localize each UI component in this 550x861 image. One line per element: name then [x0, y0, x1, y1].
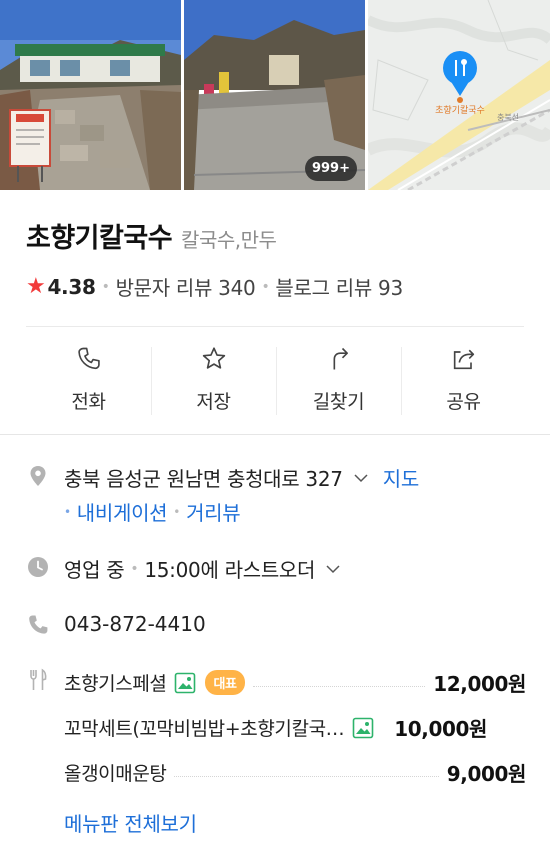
photo-strip[interactable]: 999+ 초향기칼국수 충북선	[0, 0, 550, 190]
view-full-menu-link[interactable]: 메뉴판 전체보기	[64, 808, 197, 837]
phone-filled-icon	[29, 615, 48, 634]
menu-item[interactable]: 초향기스페셜 대표 12,000원	[64, 668, 526, 697]
last-order-text: 15:00에 라스트오더	[144, 558, 316, 582]
menu-item-price: 10,000원	[394, 717, 488, 741]
menu-item[interactable]: 꼬막세트(꼬막비빔밥+초향기칼국… 10,000원	[64, 713, 526, 742]
business-status: 영업 중	[64, 558, 125, 582]
menu-item-price: 9,000원	[446, 762, 527, 786]
streetview-link[interactable]: 거리뷰	[186, 497, 241, 526]
separator-dot: •	[101, 278, 110, 295]
menu-item-name: 올갱이매운탕	[64, 763, 167, 785]
blog-reviews-link[interactable]: 블로그 리뷰 93	[275, 272, 403, 301]
share-button-label: 공유	[446, 391, 481, 413]
location-pin-icon	[30, 466, 46, 486]
map-thumbnail[interactable]: 초향기칼국수 충북선	[368, 0, 550, 190]
clock-icon	[28, 557, 48, 577]
section-divider	[0, 434, 550, 435]
save-button[interactable]: 저장	[151, 343, 276, 415]
star-filled-icon: ★	[26, 274, 46, 299]
place-name: 초향기칼국수	[26, 223, 173, 254]
map-place-label: 초향기칼국수	[435, 104, 485, 116]
image-icon	[175, 672, 196, 693]
address-text: 충북 음성군 원남면 충청대로 327	[64, 467, 343, 491]
dotted-leader	[174, 776, 439, 777]
business-hours-row[interactable]: 영업 중 • 15:00에 라스트오더	[64, 554, 341, 583]
image-icon	[352, 717, 374, 738]
directions-button[interactable]: 길찾기	[276, 343, 401, 415]
dotted-leader	[252, 686, 426, 687]
action-bar: 전화 저장 길찾기 공유	[26, 343, 526, 415]
call-button-label: 전화	[71, 391, 106, 413]
navigation-link[interactable]: 내비게이션	[77, 497, 168, 526]
chevron-down-icon[interactable]	[325, 561, 341, 577]
title-row: 초향기칼국수 칼국수,만두	[26, 216, 277, 255]
map-link[interactable]: 지도	[383, 463, 420, 492]
chevron-down-icon[interactable]	[353, 470, 369, 486]
map-road-label: 충북선	[497, 113, 519, 122]
photo-restaurant-exterior[interactable]	[0, 0, 181, 190]
menu-item-price: 12,000원	[433, 672, 526, 696]
separator-dot: •	[261, 278, 270, 295]
address-sub-links: • 내비게이션 • 거리뷰	[64, 497, 241, 526]
separator-dot: •	[130, 560, 139, 577]
signature-badge: 대표	[205, 670, 245, 695]
phone-icon	[77, 347, 100, 370]
save-button-label: 저장	[196, 391, 231, 413]
phone-number[interactable]: 043-872-4410	[64, 612, 206, 636]
share-icon	[453, 349, 474, 370]
visitor-reviews-link[interactable]: 방문자 리뷰 340	[116, 272, 256, 301]
photo-count-badge[interactable]: 999+	[304, 156, 357, 181]
photo-parking-lot[interactable]: 999+	[184, 0, 365, 190]
address-row[interactable]: 충북 음성군 원남면 충청대로 327 지도	[64, 463, 419, 492]
share-button[interactable]: 공유	[401, 343, 526, 415]
menu-item-name: 초향기스페셜	[64, 673, 167, 695]
star-outline-icon	[202, 347, 225, 369]
separator-dot: •	[64, 504, 71, 519]
directions-icon	[333, 347, 348, 370]
call-button[interactable]: 전화	[26, 343, 151, 415]
menu-item[interactable]: 올갱이매운탕 9,000원	[64, 758, 526, 787]
separator-dot: •	[173, 504, 181, 519]
rating-row: ★ 4.38 • 방문자 리뷰 340 • 블로그 리뷰 93	[26, 272, 403, 301]
utensils-icon	[30, 668, 47, 690]
divider	[26, 326, 524, 327]
dotted-leader	[382, 731, 386, 732]
place-category: 칼국수,만두	[181, 228, 277, 252]
menu-item-name: 꼬막세트(꼬막비빔밥+초향기칼국…	[64, 718, 345, 740]
rating-score: 4.38	[47, 274, 96, 299]
directions-button-label: 길찾기	[312, 391, 365, 413]
